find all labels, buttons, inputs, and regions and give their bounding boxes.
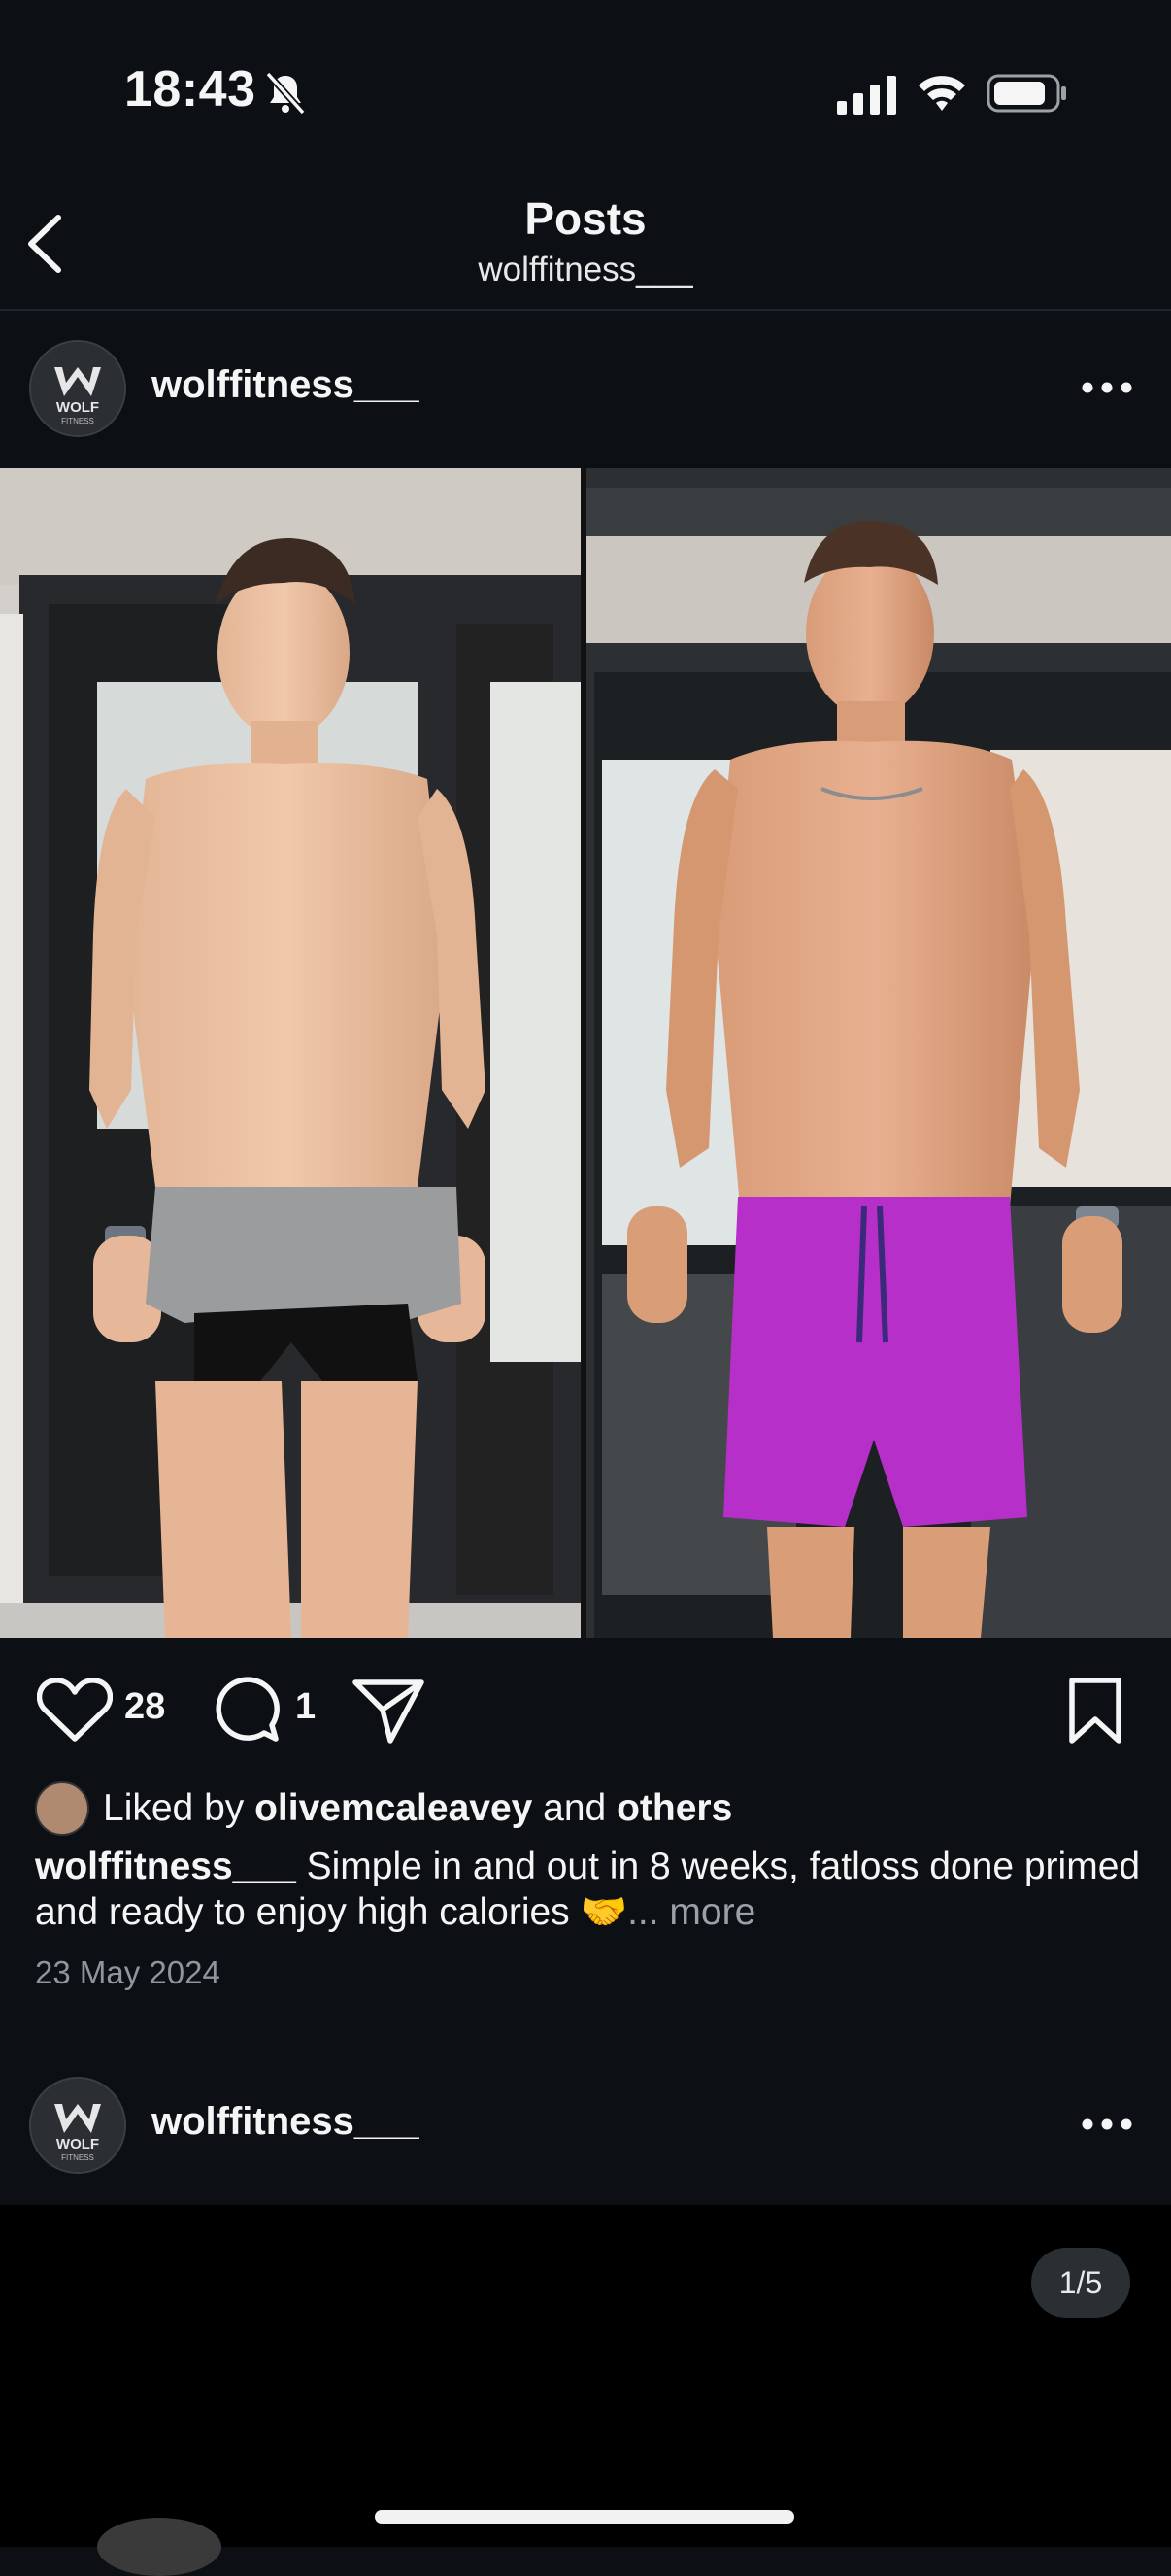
cellular-signal-icon xyxy=(837,76,896,115)
caption-username[interactable]: wolffitness___ xyxy=(35,1846,296,1887)
caption-more-link[interactable]: ... more xyxy=(627,1891,755,1933)
post-date: 23 May 2024 xyxy=(35,1954,220,1990)
post-username[interactable]: wolffitness___ xyxy=(151,363,419,407)
before-after-photo xyxy=(0,468,1171,1638)
liker-avatar xyxy=(35,1781,89,1836)
svg-text:WOLF: WOLF xyxy=(56,399,99,416)
comment-bubble-icon[interactable] xyxy=(212,1675,282,1745)
like-count[interactable]: 28 xyxy=(124,1686,165,1728)
peek-avatar xyxy=(97,2518,221,2576)
svg-text:FITNESS: FITNESS xyxy=(61,417,94,425)
more-options-icon[interactable] xyxy=(1080,378,1134,397)
liked-by-row[interactable]: Liked by olivemcaleavey and others xyxy=(35,1781,732,1836)
bell-muted-icon xyxy=(265,71,306,116)
header-divider xyxy=(0,309,1171,311)
home-indicator[interactable] xyxy=(375,2510,794,2524)
page-title: Posts xyxy=(524,193,647,244)
liked-by-prefix: Liked by xyxy=(103,1787,245,1829)
svg-text:WOLF: WOLF xyxy=(56,2136,99,2152)
wifi-icon xyxy=(919,76,965,111)
liked-by-user[interactable]: olivemcaleavey xyxy=(254,1787,532,1830)
next-post-username[interactable]: wolffitness___ xyxy=(151,2100,419,2144)
post-avatar[interactable]: WOLF FITNESS xyxy=(29,340,126,437)
carousel-pager-badge: 1/5 xyxy=(1031,2248,1130,2318)
next-post-more-options-icon[interactable] xyxy=(1080,2115,1134,2134)
bookmark-icon[interactable] xyxy=(1066,1677,1124,1745)
next-post-image[interactable] xyxy=(0,2205,1171,2547)
status-time: 18:43 xyxy=(124,61,256,118)
post-image[interactable] xyxy=(0,468,1171,1638)
liked-by-and: and xyxy=(543,1787,607,1829)
battery-icon xyxy=(987,74,1066,113)
share-send-icon[interactable] xyxy=(351,1677,425,1745)
liked-by-others[interactable]: others xyxy=(617,1787,732,1830)
like-heart-icon[interactable] xyxy=(37,1677,113,1743)
post-caption: wolffitness___ Simple in and out in 8 we… xyxy=(35,1844,1142,1935)
svg-text:FITNESS: FITNESS xyxy=(61,2153,94,2162)
comment-count[interactable]: 1 xyxy=(295,1686,316,1728)
page-subtitle: wolffitness___ xyxy=(478,251,693,288)
next-post-avatar[interactable]: WOLF FITNESS xyxy=(29,2077,126,2174)
